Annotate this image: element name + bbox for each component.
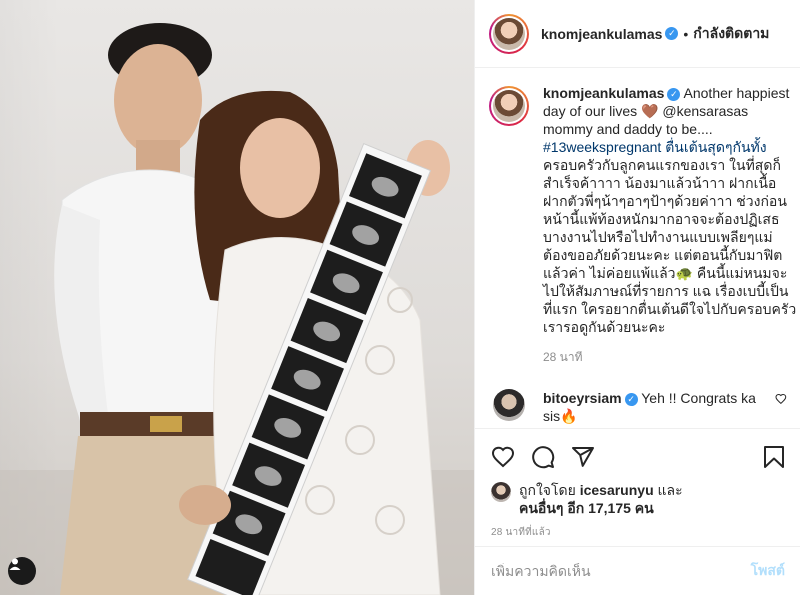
caption-line: ต้องขออภัยด้วยนะคะ แต่ตอนนี้กับมาฟิต: [543, 247, 783, 263]
commenter-username[interactable]: bitoeyrsiam: [543, 390, 622, 406]
post-photo[interactable]: [0, 0, 474, 595]
post-side-panel: knomjeankulamas ✓ • กำลังติดตาม knomjean…: [474, 0, 800, 595]
comment-body-cont: sis🔥: [543, 408, 578, 424]
likes-others-link[interactable]: คนอื่นๆ อีก 17,175 คน: [519, 500, 654, 516]
following-button[interactable]: กำลังติดตาม: [693, 23, 769, 45]
caption-line: mommy and daddy to be....: [543, 121, 713, 137]
add-comment-bar: โพสต์: [475, 546, 800, 595]
share-button[interactable]: [571, 437, 611, 477]
caption-text: knomjeankulamas ✓ Another happiest day of…: [543, 84, 797, 336]
post-timestamp[interactable]: 28 นาทีที่แล้ว: [491, 525, 785, 540]
caption-line: ฝากตัวพี่ๆน้าๆอาๆป้าๆด้วยค่าาา ช่วงก่อน: [543, 193, 787, 209]
likes-summary: ถูกใจโดย icesarunyu และ คนอื่นๆ อีก 17,1…: [491, 481, 785, 517]
heart-icon: [491, 446, 515, 468]
verified-badge-icon: ✓: [667, 88, 681, 101]
caption-line: ไปให้สัมภาษณ์ที่รายการ แฉ เรื่องเบบี้เป็…: [543, 283, 789, 299]
first-liker-username[interactable]: icesarunyu: [580, 482, 654, 498]
like-button[interactable]: [491, 437, 531, 477]
caption-line: day of our lives 🤎 @kensarasas: [543, 103, 749, 119]
post-actions: ถูกใจโดย icesarunyu และ คนอื่นๆ อีก 17,1…: [475, 428, 800, 540]
comments-section[interactable]: knomjeankulamas ✓ Another happiest day of…: [475, 68, 800, 428]
caption-line: บางงานไปหรือไปทำงานแบบเพลียๆแม่: [543, 229, 773, 245]
verified-badge-icon: ✓: [624, 393, 638, 406]
comment-input[interactable]: [491, 563, 751, 579]
bookmark-icon: [764, 446, 784, 468]
caption-line: Another happiest: [683, 85, 790, 101]
share-icon: [572, 447, 594, 467]
user-tag-button[interactable]: [8, 557, 36, 585]
caption-line: ที่แรก ใครอยากตื่นเต้นดีใจไปกับครอบครัว: [543, 301, 797, 317]
likes-and: และ: [657, 482, 683, 498]
caption-line: สำเร็จค้าาาา น้องมาแล้วน้าาา ฝากเนื้อ: [543, 175, 777, 191]
comment-button[interactable]: [531, 437, 571, 477]
likes-prefix: ถูกใจโดย: [519, 482, 576, 498]
author-avatar[interactable]: [489, 13, 529, 54]
commenter-avatar[interactable]: [493, 389, 525, 421]
header-separator: •: [683, 25, 689, 42]
liker-avatar[interactable]: [491, 482, 511, 502]
comment-body: Yeh !! Congrats ka: [641, 390, 756, 406]
post-comment-button[interactable]: โพสต์: [751, 560, 785, 582]
caption-line: #13weekspregnant ตื่นเต้นสุดๆกันทั้ง: [543, 139, 767, 155]
verified-badge-icon: ✓: [665, 27, 679, 40]
caption-username[interactable]: knomjeankulamas: [543, 85, 664, 101]
caption-author-avatar[interactable]: [489, 86, 529, 126]
action-icons: [491, 437, 785, 477]
caption-line: เรารอดูกันด้วยนะคะ: [543, 319, 666, 335]
comment-icon: [532, 446, 555, 469]
comment-text: bitoeyrsiam ✓ Yeh !! Congrats ka sis🔥: [543, 389, 767, 425]
caption: knomjeankulamas ✓ Another happiest day of…: [489, 84, 796, 336]
comment-item: bitoeyrsiam ✓ Yeh !! Congrats ka sis🔥: [489, 389, 787, 425]
save-button[interactable]: [759, 437, 785, 477]
caption-line: แล้วค่า ไม่ค่อยแพ้แล้ว🐢 คืนนี้แม่หนมจะ: [543, 265, 788, 281]
photo-illustration: [0, 23, 474, 595]
post-header: knomjeankulamas ✓ • กำลังติดตาม: [475, 0, 800, 68]
likes-text: ถูกใจโดย icesarunyu และ คนอื่นๆ อีก 17,1…: [519, 481, 683, 517]
user-tag-icon: [9, 558, 21, 570]
caption-line: หน้านี้แพ้ท้องหนักมากอาจจะต้องปฏิเสธ: [543, 211, 780, 227]
caption-time-ago[interactable]: 28 นาที: [543, 348, 787, 367]
caption-line: ครอบครัวกับลูกคนแรกของเรา ในที่สุดก็: [543, 157, 781, 173]
comment-like-icon[interactable]: [775, 393, 787, 405]
author-username[interactable]: knomjeankulamas: [541, 26, 662, 42]
